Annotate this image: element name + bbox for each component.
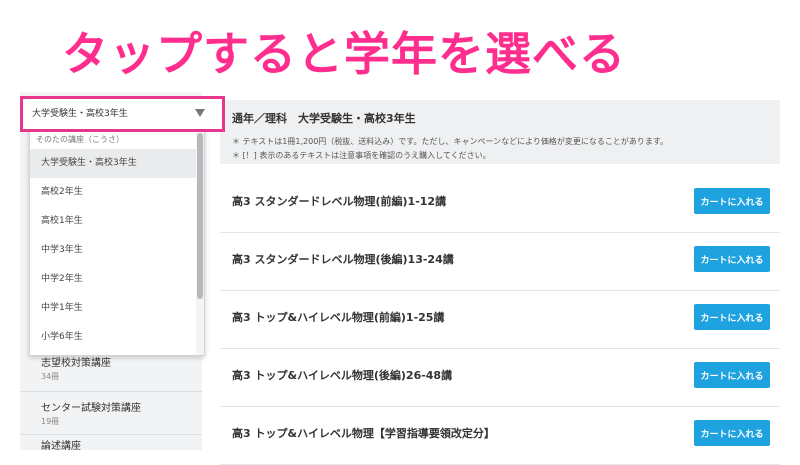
dropdown-option[interactable]: 中学1年生 <box>30 294 196 323</box>
add-to-cart-button[interactable]: カートに入れる <box>694 246 770 272</box>
product-row: 高3 トップ&ハイレベル物理(前編)1-25講 カートに入れる <box>220 290 780 349</box>
dropdown-option[interactable]: 中学3年生 <box>30 236 196 265</box>
sidebar-item-label: 志望校対策講座 <box>41 358 111 369</box>
dropdown-scrollbar-thumb[interactable] <box>197 133 203 299</box>
info-note-warning: ＊ [！] 表示のあるテキストは注意事項を確認のうえ購入してください。 <box>232 151 491 160</box>
sidebar-item-count: 19冊 <box>41 417 60 426</box>
grade-select[interactable]: 大学受験生・高校3年生 <box>20 96 225 132</box>
caret-down-icon <box>195 109 205 117</box>
product-title: 高3 トップ&ハイレベル物理【学習指導要領改定分】 <box>232 427 495 440</box>
add-to-cart-button[interactable]: カートに入れる <box>694 420 770 446</box>
info-box: 通年／理科 大学受験生・高校3年生 ＊ テキストは1冊1,200円（税抜、送料込… <box>220 100 780 164</box>
dropdown-option[interactable]: 高校2年生 <box>30 178 196 207</box>
add-to-cart-button[interactable]: カートに入れる <box>694 188 770 214</box>
product-title: 高3 スタンダードレベル物理(前編)1-12講 <box>232 195 447 208</box>
product-title: 高3 トップ&ハイレベル物理(前編)1-25講 <box>232 311 445 324</box>
product-title: 高3 スタンダードレベル物理(後編)13-24講 <box>232 253 454 266</box>
add-to-cart-button[interactable]: カートに入れる <box>694 362 770 388</box>
sidebar-divider <box>20 434 202 435</box>
product-row: 高3 トップ&ハイレベル物理(後編)26-48講 カートに入れる <box>220 348 780 407</box>
grade-select-value: 大学受験生・高校3年生 <box>32 109 128 119</box>
headline-caption: タップすると学年を選べる <box>62 27 626 81</box>
main-content: 通年／理科 大学受験生・高校3年生 ＊ テキストは1冊1,200円（税抜、送料込… <box>220 92 780 465</box>
info-note-price: ＊ テキストは1冊1,200円（税抜、送料込み）です。ただし、キャンペーンなどに… <box>232 137 669 146</box>
add-to-cart-button[interactable]: カートに入れる <box>694 304 770 330</box>
dropdown-partial-label: そのたの講座（こうさ） <box>36 135 124 144</box>
sidebar-item-essay[interactable]: 論述講座 <box>20 440 202 454</box>
product-row: 高3 スタンダードレベル物理(前編)1-12講 カートに入れる <box>220 174 780 233</box>
sidebar-divider <box>20 391 202 392</box>
sidebar-item-label: 論述講座 <box>41 441 81 452</box>
product-title: 高3 トップ&ハイレベル物理(後編)26-48講 <box>232 369 453 382</box>
dropdown-option[interactable]: 小学6年生 <box>30 323 196 352</box>
dropdown-option[interactable]: 大学受験生・高校3年生 <box>30 149 196 178</box>
grade-dropdown-list: そのたの講座（こうさ） 大学受験生・高校3年生 高校2年生 高校1年生 中学3年… <box>29 124 205 356</box>
dropdown-option[interactable]: 高校1年生 <box>30 207 196 236</box>
product-row: 高3 トップ&ハイレベル物理【学習指導要領改定分】 カートに入れる <box>220 406 780 465</box>
sidebar-item-exam-prep[interactable]: 志望校対策講座 34冊 <box>20 357 202 383</box>
product-row: 高3 スタンダードレベル物理(後編)13-24講 カートに入れる <box>220 232 780 291</box>
sidebar-item-count: 34冊 <box>41 372 60 381</box>
sidebar-item-center-exam[interactable]: センター試験対策講座 19冊 <box>20 402 202 428</box>
info-title: 通年／理科 大学受験生・高校3年生 <box>232 112 416 125</box>
sidebar-item-label: センター試験対策講座 <box>41 403 141 414</box>
dropdown-option[interactable]: 中学2年生 <box>30 265 196 294</box>
